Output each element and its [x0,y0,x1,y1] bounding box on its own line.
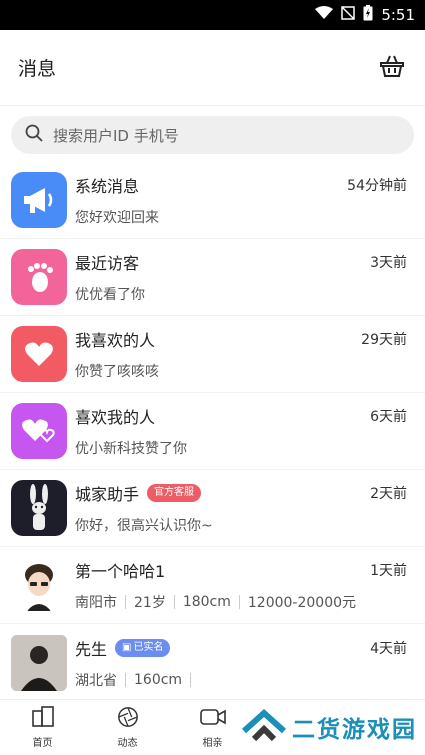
user-info: 南阳市 21岁 180cm 12000-20000元 [75,592,407,612]
id-card-icon: ▣ [122,641,132,653]
message-title: 系统消息 [75,177,140,196]
message-time: 2天前 [370,486,407,502]
tab-moments[interactable]: 动态 [85,700,170,755]
verified-badge: ▣ 已实名 [115,638,171,657]
message-time: 3天前 [370,255,407,271]
official-badge: 官方客服 [147,484,202,502]
tab-home[interactable]: 首页 [0,700,85,755]
search-input[interactable]: 搜索用户ID 手机号 [11,116,414,154]
video-icon [199,706,226,731]
message-preview: 你赞了咳咳咳 [75,364,159,380]
user-income: 12000-20000元 [247,595,357,611]
watermark: 二货游戏园 [241,707,417,747]
basket-icon[interactable] [379,54,407,82]
tab-label: 动态 [117,738,138,749]
avatar [11,634,67,691]
message-time: 1天前 [370,563,407,579]
list-item-assistant[interactable]: 城家助手 官方客服 2天前 你好，很高兴认识你~ [0,470,425,547]
user-city: 南阳市 [75,595,117,611]
battery-charging-icon [363,5,373,25]
aperture-icon [116,706,140,731]
status-bar: 5:51 [0,0,425,30]
tab-label: 相亲 [202,738,223,749]
avatar [11,557,67,613]
list-item-people-i-like[interactable]: 我喜欢的人 29天前 你赞了咳咳咳 [0,316,425,393]
page-title: 消息 [18,58,57,80]
message-preview: 您好欢迎回来 [75,210,159,226]
message-preview: 优小新科技赞了你 [75,441,187,457]
message-list: 系统消息 54分钟前 您好欢迎回来 最近访客 3天前 优优看了你 我喜欢的人 2… [0,162,425,701]
message-time: 4天前 [370,640,407,657]
watermark-text: 二货游戏园 [292,717,417,743]
message-title: 最近访客 [75,254,140,273]
list-item-recent-visitors[interactable]: 最近访客 3天前 优优看了你 [0,239,425,316]
message-time: 29天前 [361,332,407,348]
wifi-icon [315,6,334,24]
footprint-icon [11,249,67,305]
search-placeholder: 搜索用户ID 手机号 [53,126,179,145]
message-time: 54分钟前 [347,178,407,194]
watermark-logo-icon [241,707,287,747]
user-name: 第一个哈哈1 [75,562,166,581]
message-title: 我喜欢的人 [75,331,156,350]
heart-icon [11,326,67,382]
status-time: 5:51 [381,6,415,24]
list-item-system-message[interactable]: 系统消息 54分钟前 您好欢迎回来 [0,162,425,239]
page-header: 消息 [0,30,425,106]
message-preview: 你好，很高兴认识你~ [75,518,213,534]
home-icon [31,706,55,731]
user-province: 湖北省 [75,672,117,689]
hearts-icon [11,403,67,459]
message-time: 6天前 [370,409,407,425]
no-signal-icon [341,6,356,24]
megaphone-icon [11,172,67,228]
list-item-people-like-me[interactable]: 喜欢我的人 6天前 优小新科技赞了你 [0,393,425,470]
tab-label: 首页 [32,738,53,749]
message-title: 城家助手 [75,485,140,504]
user-age: 21岁 [134,595,166,611]
user-height: 160cm [134,671,183,688]
list-item-user[interactable]: 第一个哈哈1 1天前 南阳市 21岁 180cm 12000-20000元 [0,547,425,624]
message-title: 喜欢我的人 [75,408,156,427]
list-item-user[interactable]: 先生 ▣ 已实名 4天前 湖北省 160cm [0,624,425,701]
user-name: 先生 [75,639,108,659]
search-icon [25,124,43,146]
rabbit-avatar [11,480,67,536]
user-info: 湖北省 160cm [75,670,407,690]
message-preview: 优优看了你 [75,287,145,303]
user-height: 180cm [182,594,231,610]
